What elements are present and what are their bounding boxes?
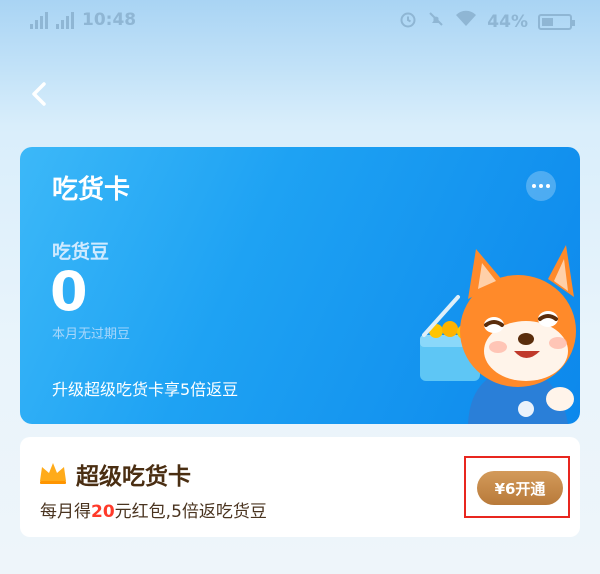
wifi-icon xyxy=(455,10,477,33)
open-super-card-button[interactable]: ¥6开通 xyxy=(477,471,563,505)
battery-percent: 44% xyxy=(487,11,528,32)
upgrade-link[interactable]: 升级超级吃货卡享5倍返豆 xyxy=(52,376,238,400)
signal-icon-2 xyxy=(56,11,74,29)
super-card: 超级吃货卡 每月得20元红包,5倍返吃货豆 ¥6开通 xyxy=(20,437,580,537)
super-card-title: 超级吃货卡 xyxy=(76,464,191,490)
more-dots-icon xyxy=(532,184,536,188)
chevron-left-icon xyxy=(32,82,46,106)
crown-icon xyxy=(40,463,66,484)
beans-note: 本月无过期豆 xyxy=(52,327,131,342)
status-time: 10:48 xyxy=(82,10,137,30)
desc-before: 每月得 xyxy=(40,502,91,522)
status-left: 10:48 xyxy=(30,10,136,30)
more-button[interactable] xyxy=(526,171,556,201)
more-dot xyxy=(539,184,543,188)
foodie-card: 吃货卡 吃货豆 0 本月无过期豆 升级超级吃货卡享5倍返豆 xyxy=(20,147,580,424)
battery-icon xyxy=(538,13,575,30)
desc-highlight: 20 xyxy=(91,502,115,522)
desc-after: 元红包,5倍返吃货豆 xyxy=(114,502,267,522)
signal-icon xyxy=(30,11,48,29)
alarm-icon xyxy=(399,10,417,33)
mute-icon xyxy=(427,10,445,33)
status-bar: 10:48 44% xyxy=(0,0,600,44)
status-right: 44% xyxy=(399,10,575,33)
beans-value: 0 xyxy=(50,260,88,323)
back-button[interactable] xyxy=(22,74,62,114)
card-title: 吃货卡 xyxy=(52,175,131,205)
shiba-mascot-illustration xyxy=(420,245,576,424)
super-card-desc: 每月得20元红包,5倍返吃货豆 xyxy=(40,497,267,522)
more-dot xyxy=(546,184,550,188)
battery-level xyxy=(542,17,553,26)
